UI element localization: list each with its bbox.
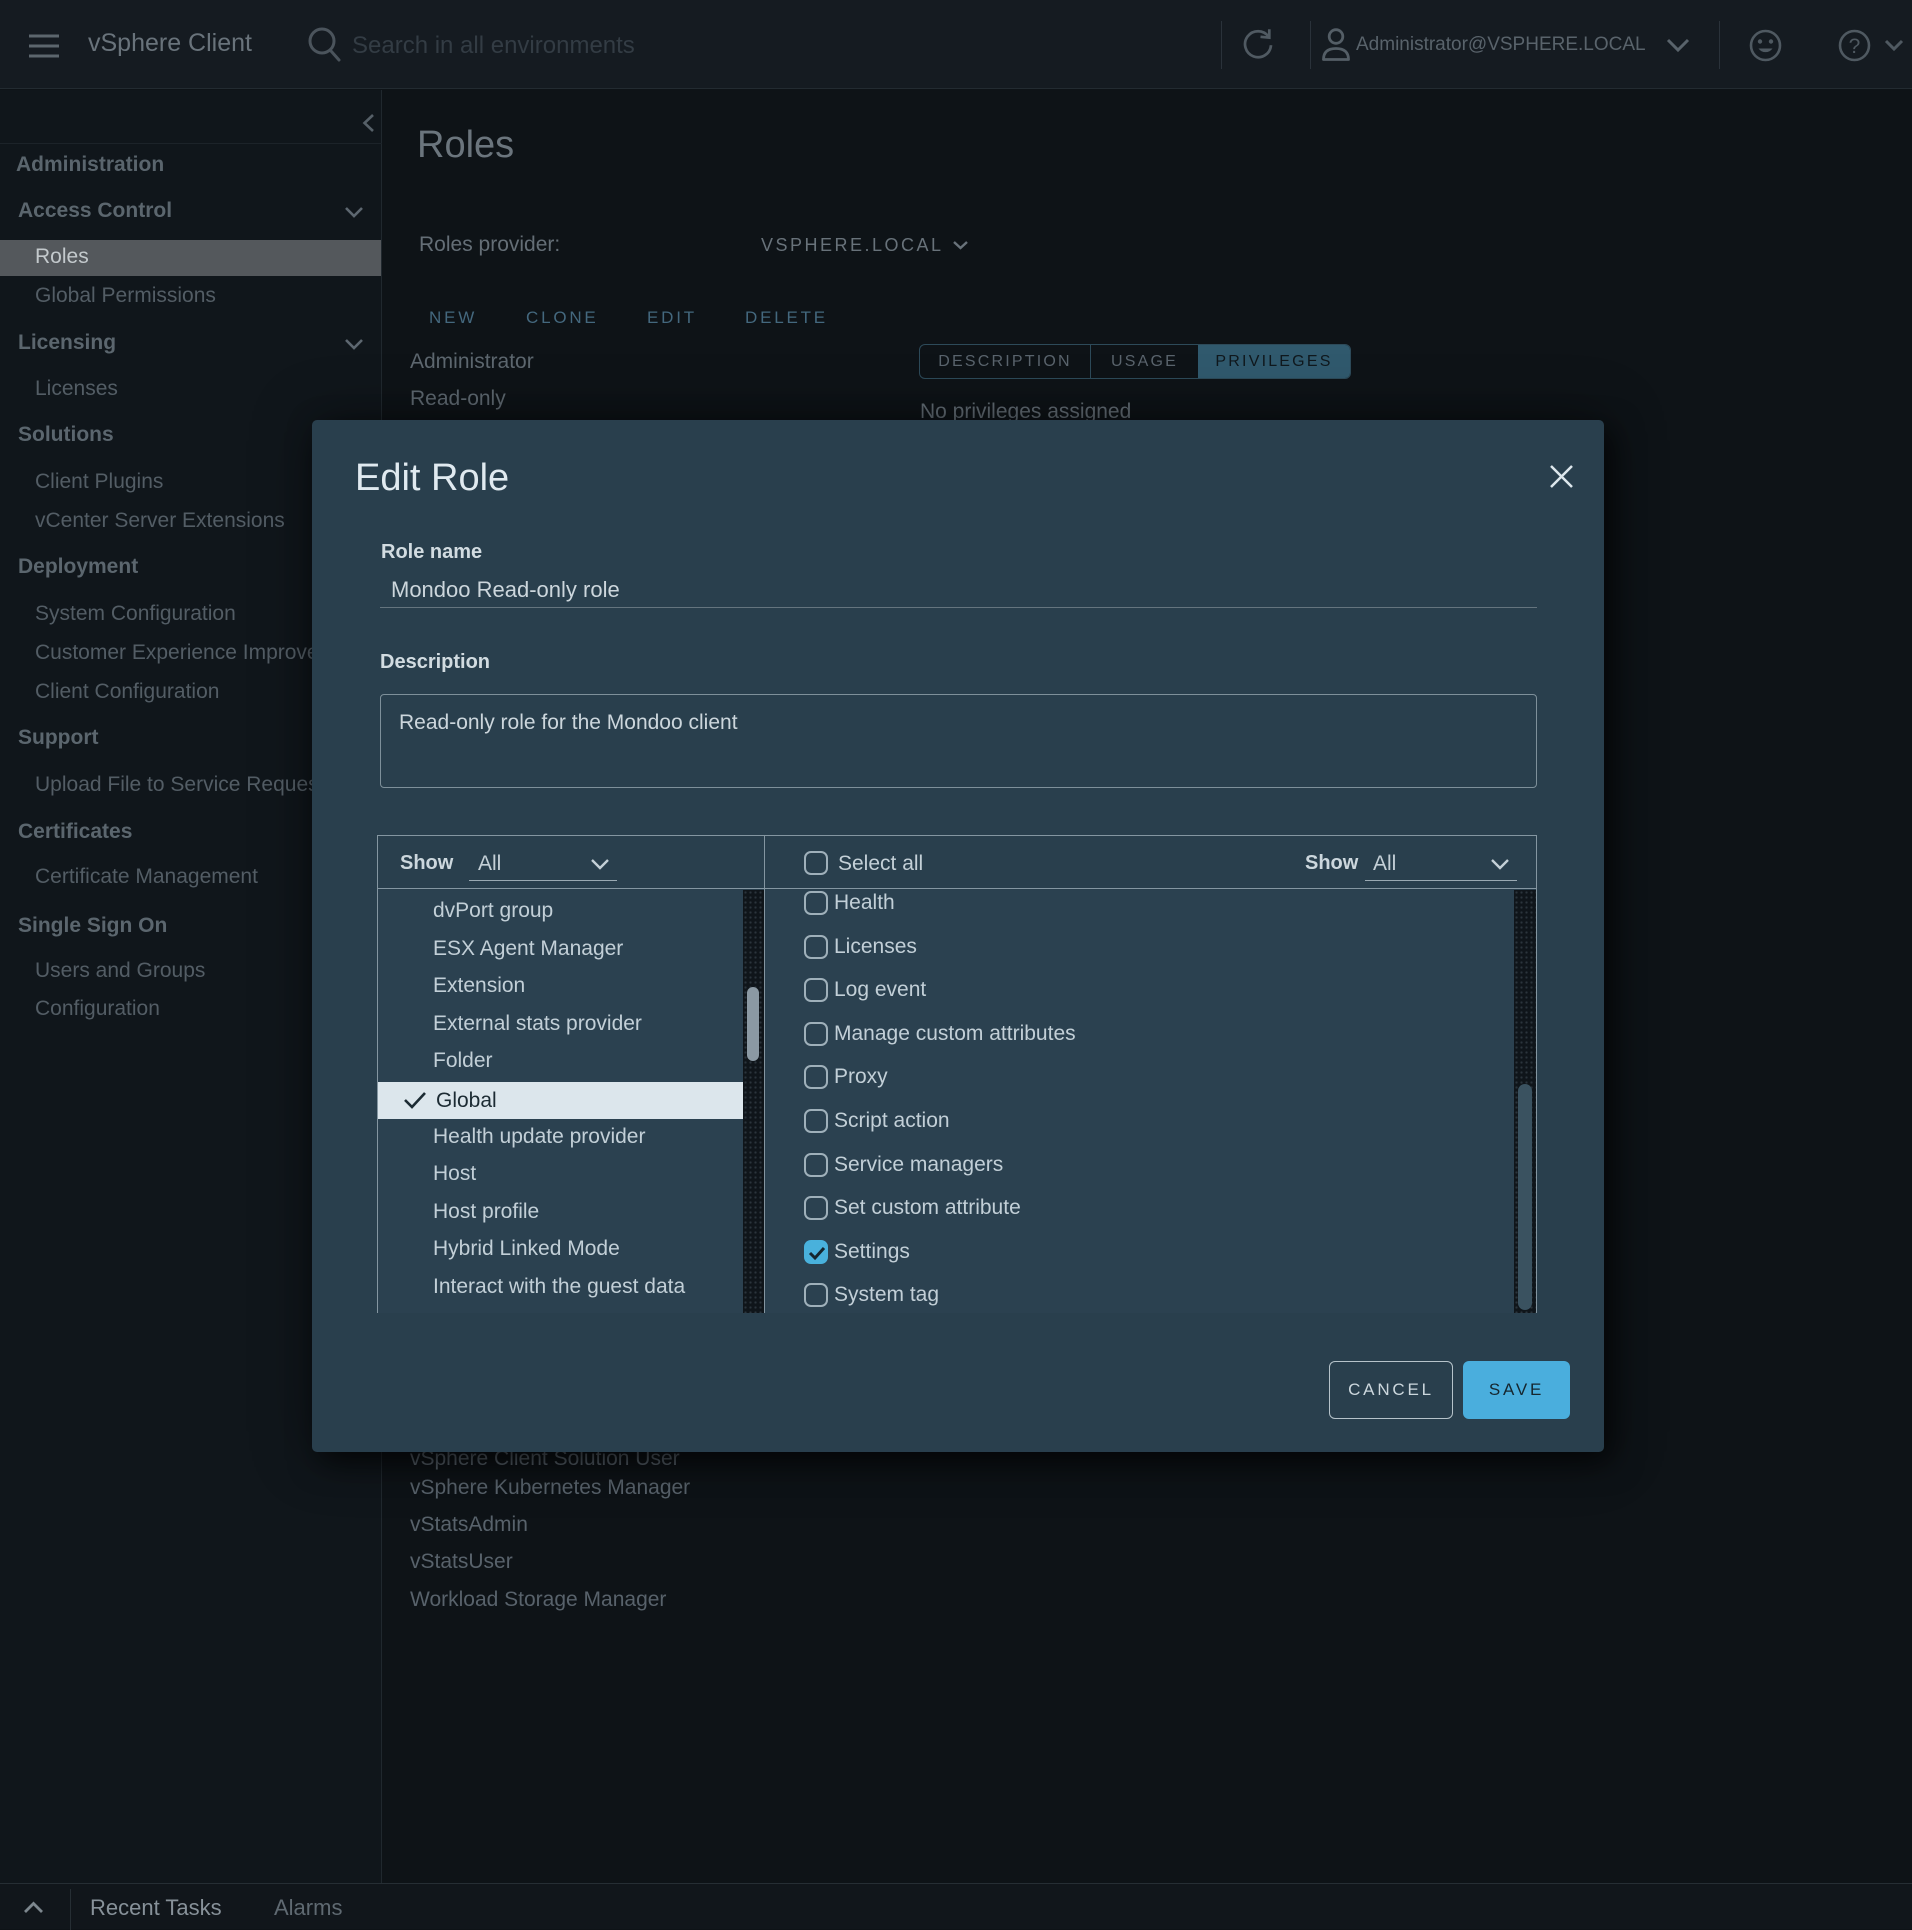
svg-text:?: ? [1849,35,1861,58]
